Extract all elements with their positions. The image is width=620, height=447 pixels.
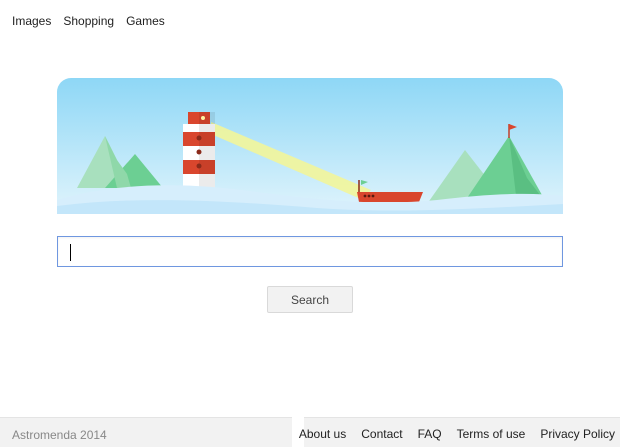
- footer-faq-link[interactable]: FAQ: [418, 427, 442, 447]
- lighthouse-scene-illustration: [57, 78, 563, 214]
- doodle-banner: [57, 78, 563, 214]
- footer-copyright-bar: Astromenda 2014: [0, 417, 292, 447]
- footer-links: About us Contact FAQ Terms of use Privac…: [299, 417, 620, 447]
- nav-shopping-link[interactable]: Shopping: [63, 14, 114, 28]
- footer-about-link[interactable]: About us: [299, 427, 346, 447]
- text-caret: [70, 244, 71, 261]
- footer-privacy-link[interactable]: Privacy Policy: [540, 427, 615, 447]
- copyright-text: Astromenda 2014: [12, 428, 107, 442]
- search-box: [57, 236, 563, 267]
- homepage: Images Shopping Games Search Astromenda …: [0, 0, 620, 447]
- nav-games-link[interactable]: Games: [126, 14, 165, 28]
- search-input[interactable]: [58, 237, 562, 266]
- footer-terms-link[interactable]: Terms of use: [457, 427, 526, 447]
- search-button[interactable]: Search: [267, 286, 353, 313]
- nav-images-link[interactable]: Images: [12, 14, 51, 28]
- top-nav: Images Shopping Games: [12, 14, 165, 28]
- footer-contact-link[interactable]: Contact: [361, 427, 402, 447]
